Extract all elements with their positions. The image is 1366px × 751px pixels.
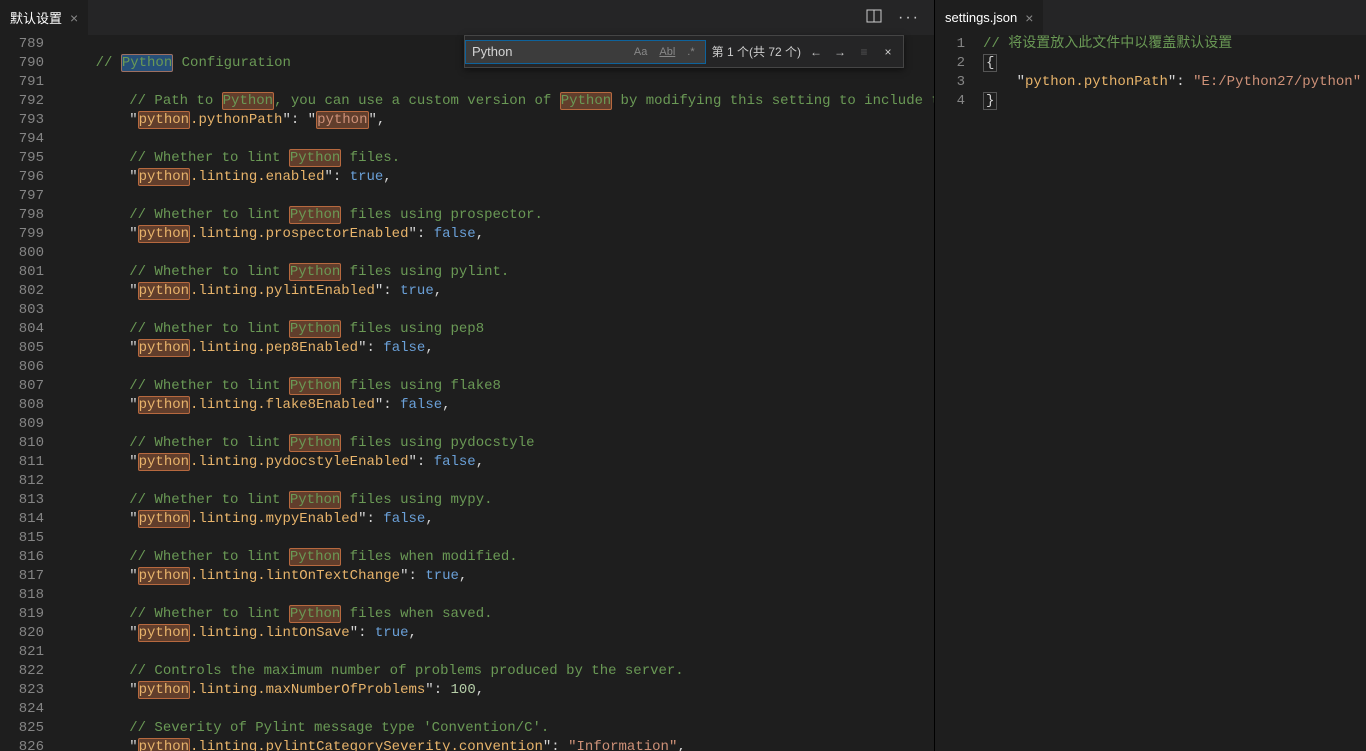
right-editor[interactable]: 1234 // 将设置放入此文件中以覆盖默认设置{ "python.python… — [935, 35, 1366, 751]
find-in-selection-icon[interactable]: ≡ — [855, 45, 873, 59]
left-code[interactable]: // Python Configuration // Path to Pytho… — [58, 35, 934, 751]
left-editor[interactable]: 7897907917927937947957967977987998008018… — [0, 35, 934, 751]
find-widget: Aa Abl .* 第 1 个(共 72 个) ← → ≡ × — [464, 35, 904, 68]
right-gutter: 1234 — [935, 35, 979, 751]
left-tabbar: 默认设置 × ··· — [0, 0, 934, 35]
tab-title: 默认设置 — [10, 8, 62, 27]
right-tabbar: settings.json × — [935, 0, 1366, 35]
find-close-icon[interactable]: × — [879, 45, 897, 59]
tab-settings-json[interactable]: settings.json × — [935, 0, 1043, 35]
find-next-icon[interactable]: → — [831, 45, 849, 59]
find-prev-icon[interactable]: ← — [807, 45, 825, 59]
tab-title: settings.json — [945, 10, 1017, 25]
find-input-wrap[interactable]: Aa Abl .* — [465, 40, 706, 64]
split-editor-icon[interactable] — [866, 8, 882, 27]
left-gutter: 7897907917927937947957967977987998008018… — [0, 35, 58, 751]
tab-default-settings[interactable]: 默认设置 × — [0, 0, 88, 35]
tab-actions: ··· — [866, 0, 934, 35]
match-case-icon[interactable]: Aa — [630, 44, 651, 60]
default-settings-pane: 默认设置 × ··· 78979079179279379479579679779… — [0, 0, 935, 751]
regex-icon[interactable]: .* — [683, 44, 698, 60]
find-input[interactable] — [472, 44, 582, 59]
right-code[interactable]: // 将设置放入此文件中以覆盖默认设置{ "python.pythonPath"… — [979, 35, 1366, 751]
more-actions-icon[interactable]: ··· — [898, 9, 920, 27]
close-icon[interactable]: × — [1025, 10, 1033, 26]
find-count: 第 1 个(共 72 个) — [712, 43, 801, 60]
close-icon[interactable]: × — [70, 10, 78, 26]
user-settings-pane: settings.json × 1234 // 将设置放入此文件中以覆盖默认设置… — [935, 0, 1366, 751]
match-whole-word-icon[interactable]: Abl — [655, 44, 679, 60]
